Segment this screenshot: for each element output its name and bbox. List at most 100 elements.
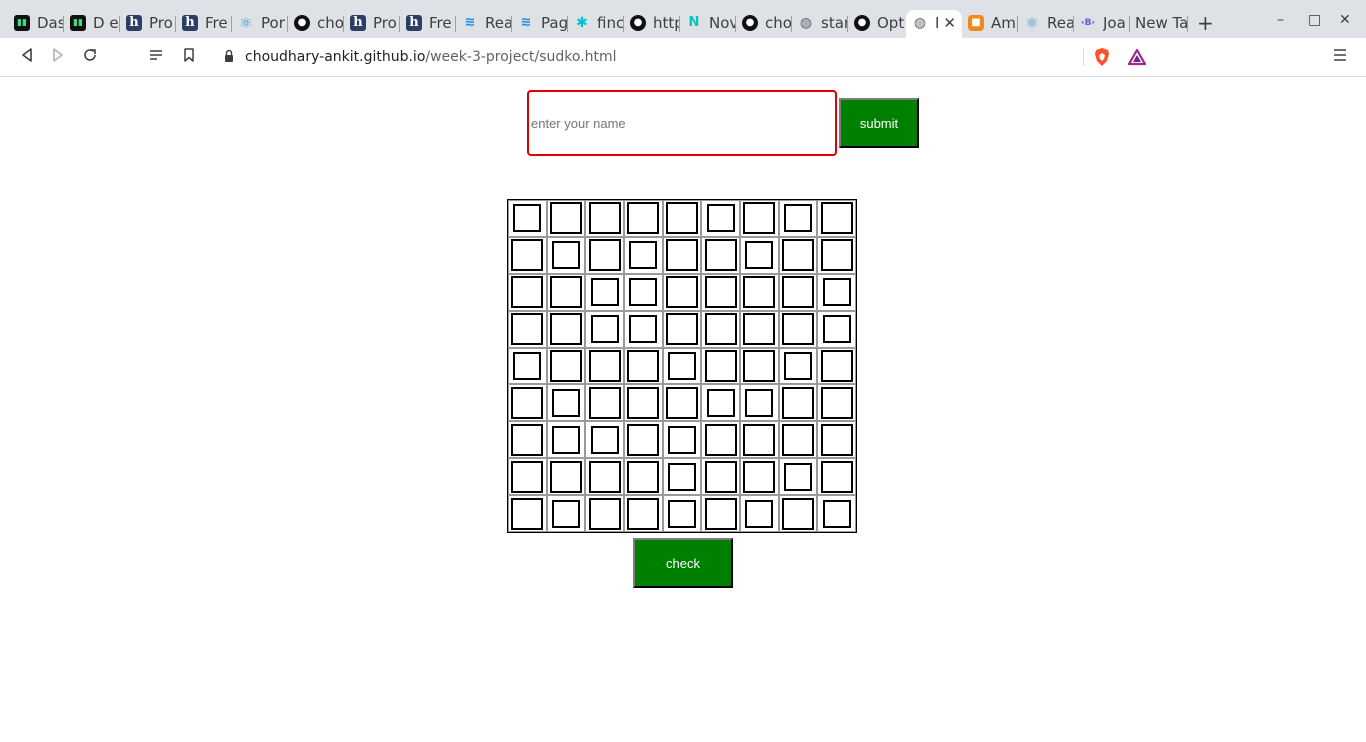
sudoku-cell-input[interactable] xyxy=(629,278,658,307)
menu-button[interactable] xyxy=(1330,47,1350,67)
sudoku-cell-input[interactable] xyxy=(629,241,658,270)
sudoku-cell-input[interactable] xyxy=(781,423,814,456)
sudoku-cell-input[interactable] xyxy=(820,202,853,235)
lock-icon[interactable] xyxy=(224,49,234,63)
bookmark-button[interactable] xyxy=(179,47,199,67)
sudoku-cell-input[interactable] xyxy=(704,313,737,346)
sudoku-cell-input[interactable] xyxy=(627,423,660,456)
sudoku-cell-input[interactable] xyxy=(590,278,619,307)
sudoku-cell-input[interactable] xyxy=(513,351,542,380)
browser-tab[interactable]: ■ Am xyxy=(962,10,1018,38)
sudoku-cell-input[interactable] xyxy=(627,497,660,530)
reload-button[interactable] xyxy=(80,47,100,67)
sudoku-cell-input[interactable] xyxy=(549,313,582,346)
sudoku-cell-input[interactable] xyxy=(590,315,619,344)
browser-tab[interactable]: ⚛ Por xyxy=(232,10,288,38)
sudoku-cell-input[interactable] xyxy=(704,497,737,530)
sudoku-cell-input[interactable] xyxy=(549,276,582,309)
back-button[interactable] xyxy=(17,47,37,67)
browser-tab[interactable]: ● cho xyxy=(736,10,792,38)
sudoku-cell-input[interactable] xyxy=(511,423,544,456)
browser-tab[interactable]: ▮▮ D e xyxy=(64,10,120,38)
sudoku-cell-input[interactable] xyxy=(665,276,698,309)
sudoku-cell-input[interactable] xyxy=(511,497,544,530)
sudoku-cell-input[interactable] xyxy=(745,241,774,270)
sudoku-cell-input[interactable] xyxy=(781,313,814,346)
sudoku-cell-input[interactable] xyxy=(820,423,853,456)
sudoku-cell-input[interactable] xyxy=(783,204,812,233)
sudoku-cell-input[interactable] xyxy=(704,276,737,309)
browser-tab[interactable]: h Fre xyxy=(400,10,456,38)
sudoku-cell-input[interactable] xyxy=(549,460,582,493)
browser-tab[interactable]: ● cho xyxy=(288,10,344,38)
sudoku-cell-input[interactable] xyxy=(822,499,851,528)
sudoku-cell-input[interactable] xyxy=(743,276,776,309)
sudoku-cell-input[interactable] xyxy=(588,460,621,493)
browser-tab[interactable]: ◍ star xyxy=(792,10,848,38)
sudoku-cell-input[interactable] xyxy=(667,425,696,454)
sudoku-cell-input[interactable] xyxy=(588,497,621,530)
submit-button[interactable]: submit xyxy=(839,98,919,148)
sudoku-cell-input[interactable] xyxy=(820,239,853,272)
sudoku-cell-input[interactable] xyxy=(706,204,735,233)
sudoku-cell-input[interactable] xyxy=(627,460,660,493)
sudoku-cell-input[interactable] xyxy=(549,202,582,235)
browser-tab[interactable]: ▮▮ Das xyxy=(8,10,64,38)
sudoku-cell-input[interactable] xyxy=(704,460,737,493)
sudoku-cell-input[interactable] xyxy=(511,276,544,309)
sudoku-cell-input[interactable] xyxy=(743,313,776,346)
sudoku-cell-input[interactable] xyxy=(706,388,735,417)
sudoku-cell-input[interactable] xyxy=(704,423,737,456)
sudoku-cell-input[interactable] xyxy=(588,386,621,419)
browser-tab[interactable]: ● Opt xyxy=(848,10,906,38)
close-tab-icon[interactable]: ✕ xyxy=(943,14,956,32)
sudoku-cell-input[interactable] xyxy=(667,499,696,528)
sudoku-cell-input[interactable] xyxy=(549,349,582,382)
close-window-button[interactable]: ✕ xyxy=(1339,11,1351,29)
browser-tab[interactable]: h Pro xyxy=(120,10,176,38)
address-bar[interactable]: choudhary-ankit.github.io/week-3-project… xyxy=(212,43,1154,71)
browser-tab[interactable]: ≋ Pag xyxy=(512,10,568,38)
minimize-button[interactable]: – xyxy=(1277,11,1284,29)
reader-mode-button[interactable] xyxy=(146,47,166,67)
sudoku-cell-input[interactable] xyxy=(665,239,698,272)
sudoku-cell-input[interactable] xyxy=(588,202,621,235)
browser-tab[interactable]: h Pro xyxy=(344,10,400,38)
sudoku-cell-input[interactable] xyxy=(820,460,853,493)
sudoku-cell-input[interactable] xyxy=(822,315,851,344)
sudoku-cell-input[interactable] xyxy=(743,202,776,235)
check-button[interactable]: check xyxy=(633,538,733,588)
sudoku-cell-input[interactable] xyxy=(511,460,544,493)
browser-tab[interactable]: ‹B› Joa xyxy=(1074,10,1130,38)
sudoku-cell-input[interactable] xyxy=(513,204,542,233)
sudoku-cell-input[interactable] xyxy=(551,425,580,454)
forward-button[interactable] xyxy=(48,47,68,67)
tab-active[interactable]: ◍ I ✕ xyxy=(906,10,962,38)
sudoku-cell-input[interactable] xyxy=(820,349,853,382)
sudoku-cell-input[interactable] xyxy=(590,425,619,454)
url-text[interactable]: choudhary-ankit.github.io/week-3-project… xyxy=(245,48,617,66)
sudoku-cell-input[interactable] xyxy=(781,386,814,419)
sudoku-cell-input[interactable] xyxy=(627,386,660,419)
sudoku-cell-input[interactable] xyxy=(627,349,660,382)
sudoku-cell-input[interactable] xyxy=(551,499,580,528)
sudoku-cell-input[interactable] xyxy=(511,313,544,346)
sudoku-cell-input[interactable] xyxy=(551,388,580,417)
sudoku-cell-input[interactable] xyxy=(665,202,698,235)
sudoku-cell-input[interactable] xyxy=(745,388,774,417)
sudoku-cell-input[interactable] xyxy=(704,349,737,382)
sudoku-cell-input[interactable] xyxy=(629,315,658,344)
sudoku-cell-input[interactable] xyxy=(588,349,621,382)
sudoku-cell-input[interactable] xyxy=(665,386,698,419)
browser-tab[interactable]: ● http xyxy=(624,10,680,38)
sudoku-cell-input[interactable] xyxy=(704,239,737,272)
browser-tab[interactable]: ≋ Rea xyxy=(456,10,512,38)
sudoku-cell-input[interactable] xyxy=(511,239,544,272)
sudoku-cell-input[interactable] xyxy=(588,239,621,272)
sudoku-cell-input[interactable] xyxy=(667,462,696,491)
sudoku-cell-input[interactable] xyxy=(743,423,776,456)
sudoku-cell-input[interactable] xyxy=(822,278,851,307)
browser-tab[interactable]: ⚛ Rea xyxy=(1018,10,1074,38)
sudoku-cell-input[interactable] xyxy=(745,499,774,528)
browser-tab[interactable]: ✱ finc xyxy=(568,10,624,38)
